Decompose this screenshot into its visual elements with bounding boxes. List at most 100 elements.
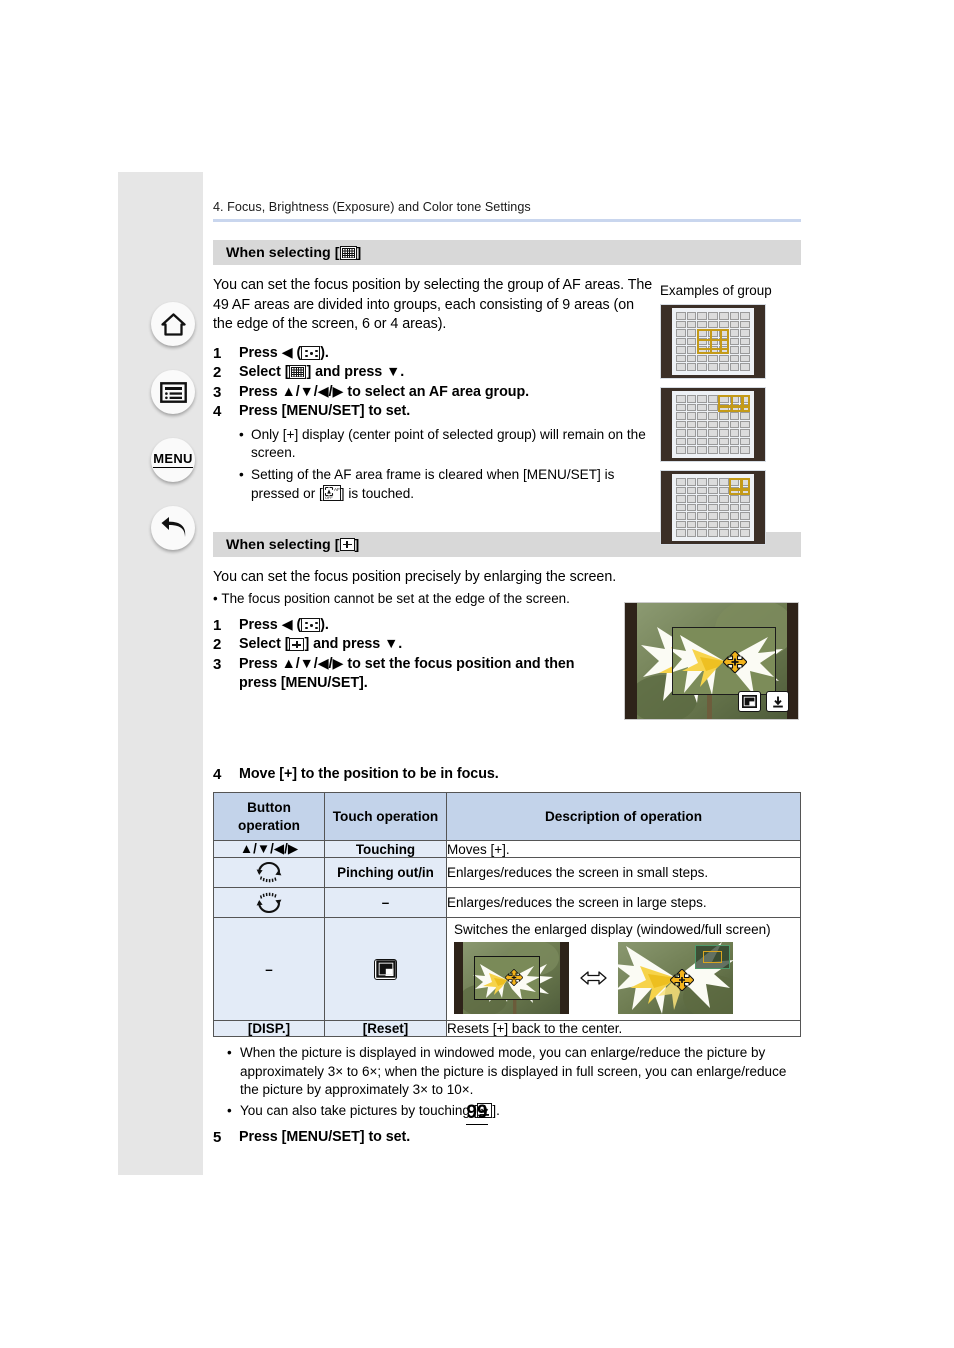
enlarged-window-frame xyxy=(672,627,776,695)
cell-touch-operation: Touching xyxy=(324,840,447,859)
section-header-af-group: When selecting [] xyxy=(213,240,801,265)
af-group-highlight xyxy=(718,395,750,412)
windowed-mode-thumbnail xyxy=(454,942,569,1015)
home-glyph xyxy=(160,312,186,336)
table-row: Pinching out/in Enlarges/reduces the scr… xyxy=(213,857,801,889)
examples-caption: Examples of group xyxy=(660,283,772,298)
af-example-right-edge xyxy=(660,470,766,545)
step-text: Press ◀ (). xyxy=(239,344,329,361)
af-point-icon xyxy=(301,617,321,632)
cell-touch-operation: – xyxy=(324,887,447,919)
step-number: 4 xyxy=(213,765,222,783)
step-text: Press ▲/▼/◀/▶ to set the focus position … xyxy=(239,655,575,692)
step-bullet: • Only [+] display (center point of sele… xyxy=(239,426,664,463)
column-header-description: Description of operation xyxy=(446,792,801,842)
af-example-center xyxy=(660,304,766,379)
section2-heading-suffix: ] xyxy=(354,536,360,553)
shutter-touch-icon[interactable] xyxy=(766,691,789,712)
step-number: 1 xyxy=(213,616,222,634)
focus-cursor-icon xyxy=(505,969,523,987)
af-area-grid-icon xyxy=(289,365,307,380)
step-text: Select [] and press ▼. xyxy=(239,364,405,381)
sidebar-nav: MENU xyxy=(151,302,197,574)
cell-description: Moves [+]. xyxy=(446,840,801,859)
windowed-display-icon[interactable] xyxy=(738,691,761,712)
pinpoint-focus-screenshot xyxy=(624,602,799,720)
column-header-touch: Touch operation xyxy=(324,792,447,842)
contents-glyph xyxy=(159,381,187,403)
menu-button-label: MENU xyxy=(153,451,193,468)
pinpoint-plus-icon xyxy=(289,638,305,652)
front-dial-icon xyxy=(214,890,324,915)
windowed-display-icon xyxy=(374,958,397,980)
step-text: Select [] and press ▼. xyxy=(239,636,403,653)
af-group-highlight xyxy=(697,328,729,355)
bullet-dot: • xyxy=(239,466,244,482)
pinpoint-plus-icon xyxy=(339,538,355,552)
step-text: Move [+] to the position to be in focus. xyxy=(239,765,499,782)
section2-heading-prefix: When selecting [ xyxy=(226,536,340,553)
step-text: Press ▲/▼/◀/▶ to select an AF area group… xyxy=(239,383,530,400)
section1-heading-prefix: When selecting [ xyxy=(226,244,340,261)
windowed-focus-frame xyxy=(474,956,540,1001)
swap-arrow-icon xyxy=(580,971,607,985)
cell-description: Enlarges/reduces the screen in small ste… xyxy=(446,857,801,889)
cell-touch-operation: Pinching out/in xyxy=(324,857,447,889)
af-off-icon: AF OFF xyxy=(322,484,341,501)
note-text: When the picture is displayed in windowe… xyxy=(240,1045,787,1098)
step-text: Press [MENU/SET] to set. xyxy=(239,1128,411,1145)
page-number: 99 xyxy=(466,1102,488,1125)
focus-cursor-icon xyxy=(723,651,747,673)
step-text: Press [MENU/SET] to set. xyxy=(239,403,411,420)
table-row: – Switches the enlarged display (windowe… xyxy=(213,917,801,1022)
step-bullet: • Setting of the AF area frame is cleare… xyxy=(239,466,664,503)
step-number: 2 xyxy=(213,364,222,382)
step-text: Press ◀ (). xyxy=(239,616,329,633)
cell-description: Enlarges/reduces the screen in large ste… xyxy=(446,887,801,919)
af-example-top-right xyxy=(660,387,766,462)
back-arrow-glyph xyxy=(161,516,185,537)
bullet-dot: • xyxy=(227,1045,232,1061)
af-area-grid-icon xyxy=(339,245,357,260)
cell-button-operation: ▲/▼/◀/▶ xyxy=(213,840,325,859)
step-item: 4 Move [+] to the position to be in focu… xyxy=(213,765,801,785)
af-group-highlight xyxy=(728,478,750,495)
section2-intro: You can set the focus position precisely… xyxy=(213,569,617,586)
page-note: • When the picture is displayed in windo… xyxy=(227,1044,801,1100)
column-header-button: Button operation xyxy=(213,792,325,842)
touch-button-bar xyxy=(738,691,789,712)
bullet-text: Only [+] display (center point of select… xyxy=(251,426,646,461)
position-indicator xyxy=(695,945,730,970)
step-number: 4 xyxy=(213,403,222,421)
section1-intro: You can set the focus position by select… xyxy=(213,277,653,333)
step-number: 1 xyxy=(213,344,222,362)
af-group-examples: Examples of group xyxy=(660,283,800,553)
step-number: 3 xyxy=(213,655,222,673)
home-icon[interactable] xyxy=(151,302,195,346)
menu-button[interactable]: MENU xyxy=(151,438,195,482)
rear-dial-icon xyxy=(214,860,324,885)
cell-description: Switches the enlarged display (windowed/… xyxy=(446,917,801,1022)
section1-heading-suffix: ] xyxy=(356,244,362,261)
table-row: ▲/▼/◀/▶ Touching Moves [+]. xyxy=(213,840,801,859)
table-row: [DISP.] [Reset] Resets [+] back to the c… xyxy=(213,1020,801,1038)
cell-touch-operation xyxy=(324,917,447,1022)
svg-text:AF: AF xyxy=(334,487,340,492)
focus-cursor-icon xyxy=(670,969,694,992)
cell-button-operation xyxy=(213,857,325,889)
bullet-text: Setting of the AF area frame is cleared … xyxy=(251,466,615,501)
cell-button-operation: – xyxy=(213,917,325,1022)
contents-icon[interactable] xyxy=(151,370,195,414)
bullet-dot: • xyxy=(239,426,244,442)
table-header-row: Button operation Touch operation Descrip… xyxy=(213,792,801,842)
svg-text:OFF: OFF xyxy=(325,495,333,500)
back-icon[interactable] xyxy=(151,506,195,550)
cell-touch-operation: [Reset] xyxy=(324,1020,447,1038)
step-number: 3 xyxy=(213,383,222,401)
step-number: 2 xyxy=(213,636,222,654)
table-row: – Enlarges/reduces the screen in large s… xyxy=(213,887,801,919)
step-item: 3 Press ▲/▼/◀/▶ to set the focus positio… xyxy=(213,655,613,694)
display-mode-illustration xyxy=(454,942,793,1015)
bullet-text: The focus position cannot be set at the … xyxy=(221,590,570,606)
step-item: 5 Press [MENU/SET] to set. xyxy=(213,1128,801,1148)
